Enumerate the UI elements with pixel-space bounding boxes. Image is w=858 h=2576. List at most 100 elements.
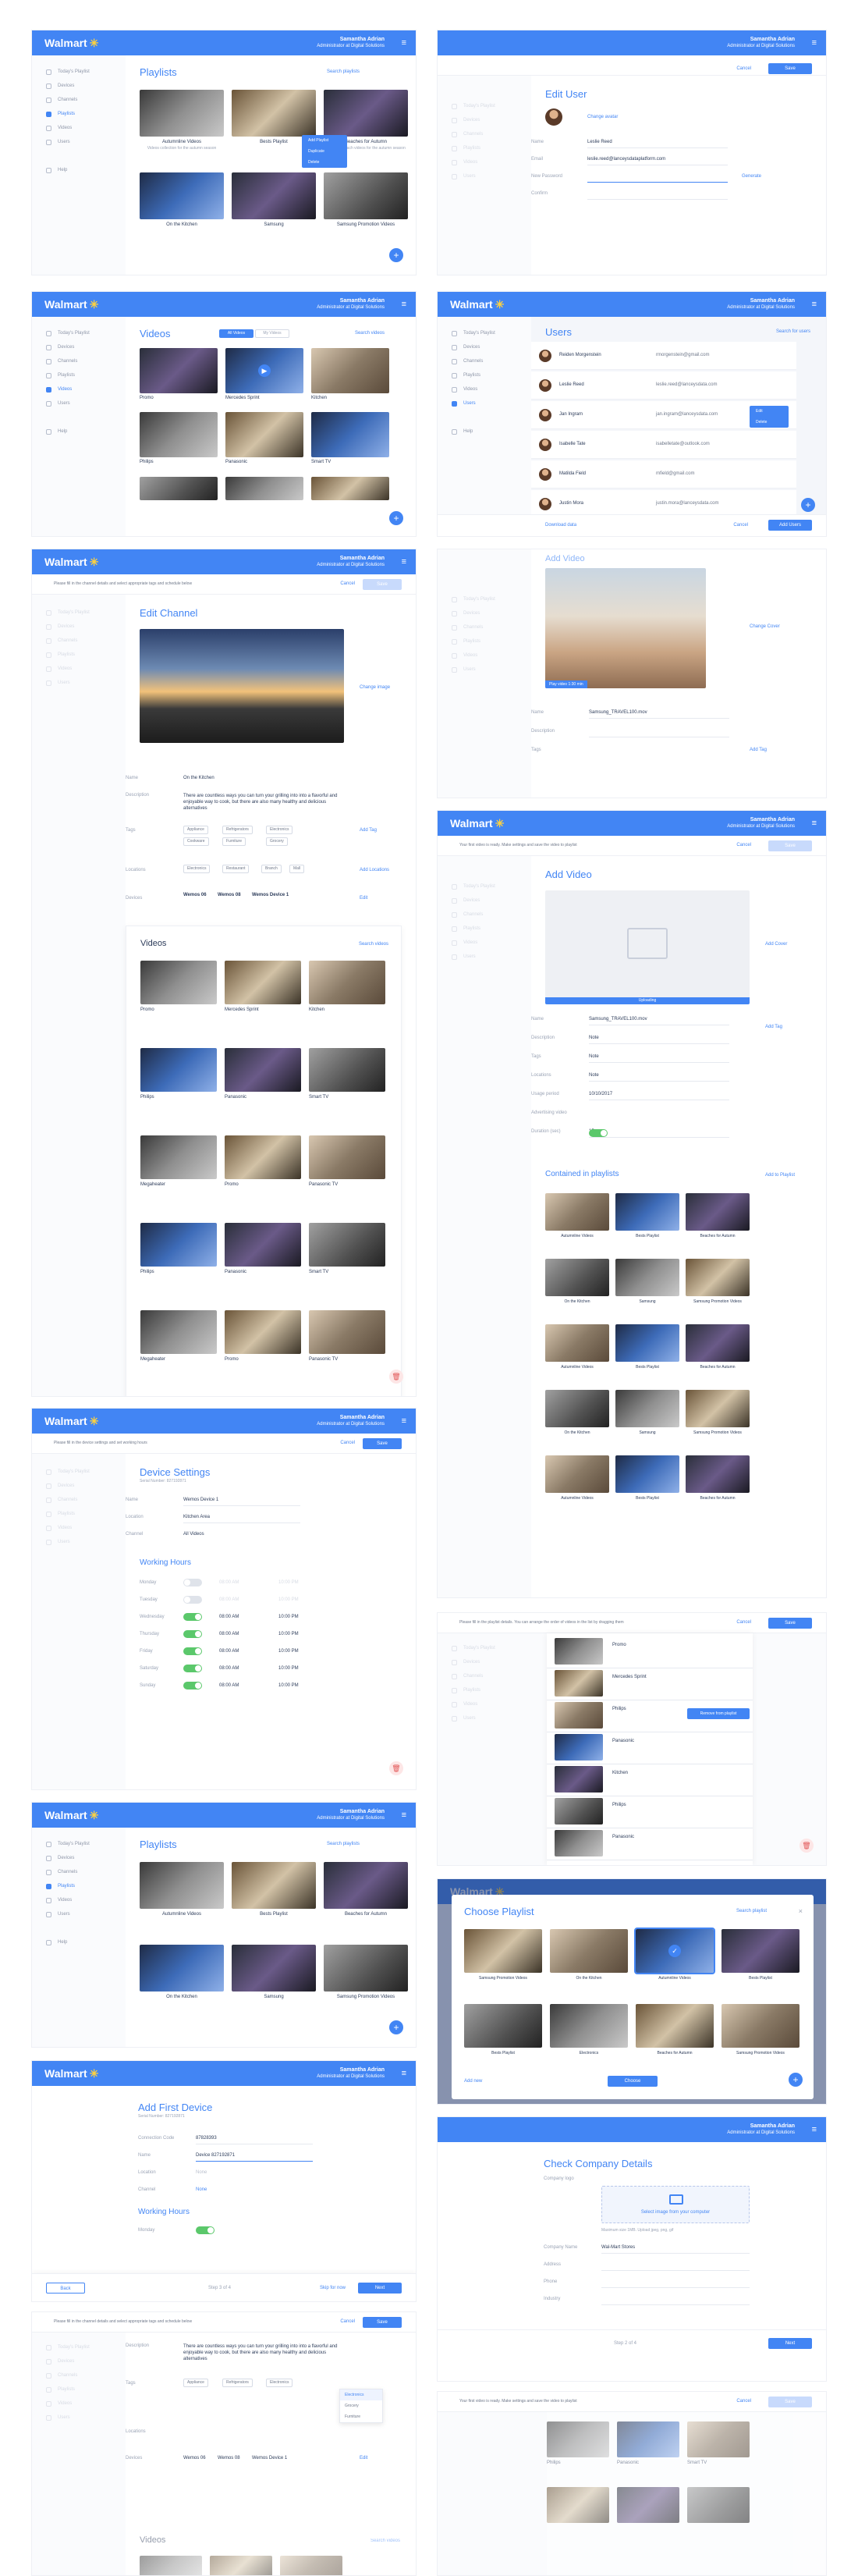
playlist-thumb[interactable] bbox=[545, 1455, 609, 1493]
description-value[interactable]: There are countless ways you can turn yo… bbox=[183, 793, 347, 812]
playlist-thumb-2[interactable] bbox=[232, 90, 316, 137]
sidebar-item-todays-playlist[interactable]: Today's Playlist bbox=[32, 326, 126, 340]
walmart-logo[interactable]: Walmart✳ bbox=[44, 1809, 98, 1822]
device-item[interactable]: Wemos Device 1 bbox=[252, 893, 289, 897]
sidebar-item-todays-playlist[interactable]: Today's Playlist bbox=[438, 592, 531, 606]
add-locations-link[interactable]: Add Locations bbox=[360, 868, 389, 872]
playlist-thumb[interactable] bbox=[722, 2004, 800, 2048]
location-chip[interactable]: Branch bbox=[261, 865, 282, 873]
name-field[interactable]: Device 827192871 bbox=[196, 2153, 235, 2158]
playlist-thumb[interactable] bbox=[615, 1259, 679, 1296]
user-info[interactable]: Samantha Adrian Administrator at Digital … bbox=[727, 2123, 795, 2137]
add-playlist-fab[interactable]: + bbox=[389, 2020, 403, 2034]
cancel-link[interactable]: Cancel bbox=[733, 523, 748, 528]
video-thumb-2[interactable]: ▶ bbox=[225, 348, 303, 393]
close-icon[interactable]: × bbox=[799, 1907, 803, 1915]
user-info[interactable]: Samantha Adrian Administrator at Digital … bbox=[727, 816, 795, 830]
choose-button[interactable]: Choose bbox=[608, 2076, 658, 2087]
playlist-thumb-4[interactable] bbox=[140, 1945, 224, 1992]
video-thumb[interactable] bbox=[309, 1223, 385, 1267]
video-thumb[interactable] bbox=[280, 2556, 342, 2575]
save-button[interactable]: Save bbox=[768, 63, 812, 74]
from-time[interactable]: 08:00 AM bbox=[219, 1597, 239, 1602]
sidebar-item-videos[interactable]: Videos bbox=[438, 936, 531, 950]
add-tag-link[interactable]: Add Tag bbox=[765, 1025, 782, 1029]
sidebar-item-users[interactable]: Users bbox=[32, 396, 126, 410]
add-playlist-fab[interactable]: + bbox=[389, 248, 403, 262]
video-thumb[interactable] bbox=[140, 961, 217, 1004]
sidebar-item-todays-playlist[interactable]: Today's Playlist bbox=[438, 99, 531, 113]
playlist-thumb-6[interactable] bbox=[324, 172, 408, 219]
video-thumb[interactable] bbox=[225, 1223, 301, 1267]
sidebar-item-help[interactable]: Help bbox=[32, 1935, 126, 1949]
video-thumb-7[interactable] bbox=[140, 477, 218, 500]
tag-chip[interactable]: Electronics bbox=[266, 2379, 293, 2387]
sidebar-item-users[interactable]: Users bbox=[438, 1711, 531, 1725]
save-button[interactable]: Save bbox=[363, 1438, 402, 1449]
playlist-thumb[interactable] bbox=[464, 2004, 542, 2048]
industry-field[interactable] bbox=[601, 2304, 750, 2305]
delete-playlist-fab[interactable]: 🗑 bbox=[800, 1839, 814, 1853]
location-chip[interactable]: Restaurant bbox=[222, 865, 250, 873]
back-button[interactable]: Back bbox=[46, 2283, 85, 2294]
from-time[interactable]: 08:00 AM bbox=[219, 1683, 239, 1688]
menu-add-playlist[interactable]: Add Playlist bbox=[302, 135, 347, 146]
field-value[interactable]: 10/10/2017 bbox=[589, 1092, 612, 1096]
search-playlist[interactable]: Search playlist bbox=[736, 1909, 767, 1913]
video-thumb[interactable] bbox=[555, 1702, 603, 1729]
menu-edit[interactable]: Edit bbox=[750, 406, 789, 417]
video-thumb-6[interactable] bbox=[311, 412, 389, 457]
sidebar-item-todays-playlist[interactable]: Today's Playlist bbox=[32, 1837, 126, 1851]
video-thumb[interactable] bbox=[555, 1638, 603, 1665]
email-field[interactable]: leslie.reed@lanceysdataplatform.com bbox=[587, 157, 665, 162]
walmart-logo[interactable]: Walmart✳ bbox=[450, 817, 504, 830]
sidebar-item-devices[interactable]: Devices bbox=[32, 1851, 126, 1865]
video-upload-area[interactable]: Uploading bbox=[545, 890, 750, 1004]
video-thumb-4[interactable] bbox=[140, 412, 218, 457]
day-toggle[interactable] bbox=[183, 1579, 202, 1586]
tag-chip[interactable]: Refrigerators bbox=[222, 826, 253, 834]
menu-delete[interactable]: Delete bbox=[302, 157, 347, 168]
playlist-thumb[interactable] bbox=[686, 1390, 750, 1427]
playlist-thumb-4[interactable] bbox=[140, 172, 224, 219]
to-time[interactable]: 10:00 PM bbox=[278, 1632, 299, 1636]
walmart-logo[interactable]: Walmart✳ bbox=[44, 37, 98, 50]
add-tag-link[interactable]: Add Tag bbox=[750, 748, 767, 752]
sidebar-item-todays-playlist[interactable]: Today's Playlist bbox=[32, 65, 126, 79]
video-thumb[interactable] bbox=[555, 1670, 603, 1697]
sidebar-item-channels[interactable]: Channels bbox=[438, 127, 531, 141]
video-thumb[interactable] bbox=[555, 1766, 603, 1793]
user-info[interactable]: Samantha Adrian Administrator at Digital … bbox=[727, 36, 795, 50]
upload-link[interactable]: Select image from your computer bbox=[602, 2210, 749, 2215]
skip-link[interactable]: Skip for now bbox=[320, 2286, 346, 2290]
search-playlists[interactable]: Search playlists bbox=[327, 1842, 360, 1846]
sidebar-item-help[interactable]: Help bbox=[32, 425, 126, 439]
hamburger-menu-icon[interactable]: ≡ bbox=[402, 38, 406, 48]
delete-channel-fab[interactable]: 🗑 bbox=[389, 1370, 403, 1384]
sidebar-item-playlists[interactable]: Playlists bbox=[438, 1683, 531, 1697]
playlist-thumb[interactable] bbox=[550, 1929, 628, 1973]
field-value[interactable]: Note bbox=[589, 1073, 599, 1078]
video-thumb[interactable] bbox=[547, 2487, 609, 2523]
video-thumb[interactable] bbox=[309, 1135, 385, 1179]
next-button[interactable]: Next bbox=[358, 2283, 402, 2294]
location-field[interactable]: Kitchen Area bbox=[183, 1515, 210, 1519]
sidebar-item-playlists[interactable]: Playlists bbox=[32, 1879, 126, 1893]
name-value[interactable]: On the Kitchen bbox=[183, 776, 214, 780]
playlist-thumb[interactable] bbox=[615, 1455, 679, 1493]
download-data-link[interactable]: Download data bbox=[545, 523, 576, 528]
playlist-thumb-6[interactable] bbox=[324, 1945, 408, 1992]
cancel-link[interactable]: Cancel bbox=[736, 66, 751, 71]
user-info[interactable]: Samantha Adrian Administrator at Digital … bbox=[317, 2066, 385, 2080]
user-info[interactable]: Samantha Adrian Administrator at Digital … bbox=[727, 297, 795, 311]
change-avatar-link[interactable]: Change avatar bbox=[587, 115, 618, 119]
change-image-link[interactable]: Change image bbox=[360, 685, 390, 690]
save-button[interactable]: Save bbox=[768, 2397, 812, 2407]
search-users[interactable]: Search for users bbox=[776, 329, 810, 334]
edit-devices-link[interactable]: Edit bbox=[360, 2456, 367, 2461]
video-thumb-3[interactable] bbox=[311, 348, 389, 393]
confirm-field[interactable] bbox=[587, 199, 728, 200]
company-name-field[interactable]: Wal-Mart Stores bbox=[601, 2245, 635, 2250]
sidebar-item-devices[interactable]: Devices bbox=[32, 340, 126, 354]
sidebar-item-playlists[interactable]: Playlists bbox=[438, 634, 531, 648]
